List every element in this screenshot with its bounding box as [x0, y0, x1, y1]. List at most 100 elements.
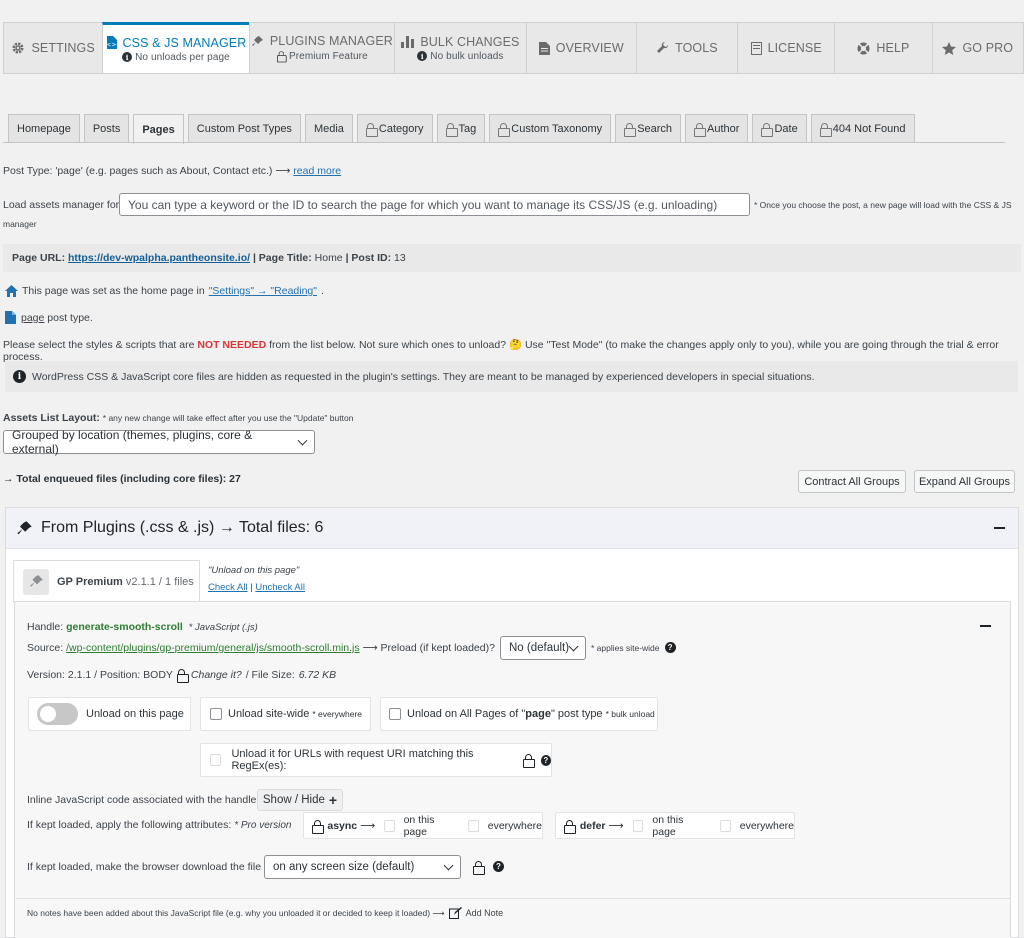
tab-pages[interactable]: Pages	[133, 114, 184, 144]
tab-label: Category	[378, 123, 424, 135]
home-notice-text: This page was set as the home page in	[22, 285, 205, 297]
help-icon[interactable]: ?	[493, 861, 504, 872]
post-id-value: 13	[394, 252, 406, 264]
tab-label: Posts	[92, 123, 121, 135]
unload-all-label: Unload on All Pages of "	[407, 708, 526, 720]
tab-404[interactable]: 404 Not Found	[810, 114, 915, 143]
read-more-link[interactable]: read more	[293, 165, 341, 177]
download-select[interactable]: on any screen size (default)	[264, 855, 461, 879]
nav-tab-license[interactable]: LICENSE	[737, 22, 835, 74]
arrow-text: ⟶	[360, 819, 376, 832]
page-info-bar: Page URL: https://dev-wpalpha.pantheonsi…	[3, 244, 1021, 272]
lock-icon	[445, 123, 458, 137]
unload-site-wide-option[interactable]: Unload site-wide * everywhere	[200, 697, 371, 731]
unload-on-page-option[interactable]: Unload on this page	[28, 697, 191, 731]
tab-custom-post-types[interactable]: Custom Post Types	[187, 114, 301, 143]
tab-category[interactable]: Category	[356, 114, 433, 143]
async-on-page-checkbox[interactable]	[384, 819, 395, 832]
add-note-link[interactable]: Add Note	[466, 908, 504, 918]
plugin-version: v2.1.1 / 1 files	[125, 575, 194, 588]
plugins-group-title: From Plugins (.css & .js) → Total files:…	[41, 519, 324, 536]
tab-tag[interactable]: Tag	[436, 114, 486, 143]
help-icon[interactable]: ?	[540, 754, 551, 766]
handle-label: Handle:	[27, 621, 64, 633]
collapse-icon[interactable]	[980, 625, 991, 627]
nav-tab-overview[interactable]: OVERVIEW	[525, 22, 636, 74]
unload-on-page-heading: "Unload on this page"	[208, 565, 300, 576]
defer-options: defer ⟶ on this page everywhere	[555, 812, 795, 839]
home-page-notice: This page was set as the home page in "S…	[5, 285, 324, 297]
unload-regex-checkbox[interactable]	[210, 754, 222, 766]
layout-select[interactable]: Grouped by location (themes, plugins, co…	[3, 428, 315, 456]
defer-on-page-label: on this page	[652, 813, 684, 838]
help-icon[interactable]: ?	[664, 642, 676, 653]
nav-tab-go-pro[interactable]: GO PRO	[931, 22, 1024, 74]
edit-note-icon[interactable]	[448, 907, 462, 919]
nav-tab-css-js-manager[interactable]: <> CSS & JS MANAGER i No unloads per page	[102, 22, 249, 74]
nav-tab-bulk-changes[interactable]: BULK CHANGES i No bulk unloads	[394, 22, 526, 74]
show-hide-button[interactable]: Show / Hide +	[257, 789, 343, 811]
plugin-main-nav: SETTINGS <> CSS & JS MANAGER i No unloads…	[3, 22, 1024, 74]
collapse-icon[interactable]	[994, 527, 1005, 529]
preload-note-row: * applies site-wide ?	[591, 642, 676, 653]
nav-tab-settings[interactable]: SETTINGS	[3, 22, 103, 74]
async-everywhere-checkbox[interactable]	[468, 819, 479, 832]
check-all-link[interactable]: Check All	[208, 582, 248, 593]
plug-icon	[17, 520, 32, 534]
core-notice-text: WordPress CSS & JavaScript core files ar…	[32, 370, 815, 383]
expand-all-button[interactable]: Expand All Groups	[914, 470, 1015, 493]
page-url-link[interactable]: https://dev-wpalpha.pantheonsite.io/	[68, 252, 250, 264]
source-link[interactable]: /wp-content/plugins/gp-premium/general/j…	[66, 642, 360, 654]
css-js-icon: <>	[106, 36, 117, 49]
layout-select-value: Grouped by location (themes, plugins, co…	[12, 428, 253, 456]
tab-custom-taxonomy[interactable]: Custom Taxonomy	[489, 114, 612, 143]
tab-media[interactable]: Media	[304, 114, 353, 143]
tab-author[interactable]: Author	[685, 114, 749, 143]
source-label: Source:	[27, 642, 64, 654]
defer-on-page-checkbox[interactable]	[632, 819, 644, 832]
defer-everywhere-checkbox[interactable]	[719, 819, 731, 832]
page-search-input[interactable]	[119, 193, 750, 216]
nav-tab-label: BULK CHANGES	[420, 34, 520, 49]
load-for-label: Load assets manager for:	[3, 199, 123, 211]
uncheck-all-link[interactable]: Uncheck All	[255, 582, 305, 593]
tab-date[interactable]: Date	[752, 114, 807, 143]
nav-tab-help[interactable]: HELP	[834, 22, 932, 74]
page-title-value: Home	[314, 252, 343, 264]
unload-on-page-label: Unload on this page	[86, 708, 184, 720]
page-url-label: Page URL:	[12, 252, 66, 264]
tab-posts[interactable]: Posts	[83, 114, 130, 143]
plugin-tab-gp-premium[interactable]: GP Premium v2.1.1 / 1 files	[13, 560, 200, 602]
nav-tab-tools[interactable]: TOOLS	[635, 22, 738, 74]
unload-regex-label: Unload it for URLs with request URI matc…	[231, 748, 474, 772]
unload-all-pages-checkbox[interactable]	[389, 708, 401, 720]
plugins-group-header[interactable]: From Plugins (.css & .js) → Total files:…	[6, 508, 1018, 549]
lock-icon	[564, 819, 576, 834]
contract-all-button[interactable]: Contract All Groups	[798, 470, 906, 493]
arrow-text: ⟶	[608, 819, 624, 832]
tab-label: Tag	[458, 123, 477, 135]
page-icon	[5, 311, 16, 324]
file-size-value: 6.72 KB	[298, 669, 337, 681]
chevron-down-icon	[297, 435, 308, 445]
unload-all-note: * bulk unload	[605, 709, 655, 719]
star-icon	[942, 41, 957, 55]
nav-tab-plugins-manager[interactable]: PLUGINS MANAGER Premium Feature	[248, 22, 395, 74]
unload-all-pages-option[interactable]: Unload on All Pages of " page " post type …	[380, 697, 658, 731]
lock-icon	[498, 123, 511, 137]
change-position-link[interactable]: Change it?	[191, 669, 242, 681]
unload-site-wide-checkbox[interactable]	[210, 708, 222, 720]
check-links: Check All | Uncheck All	[208, 582, 305, 593]
settings-reading-link[interactable]: "Settings" → "Reading"	[209, 285, 317, 297]
tab-search[interactable]: Search	[615, 114, 682, 143]
tab-label: Homepage	[17, 123, 71, 135]
wrench-icon	[657, 41, 669, 53]
unload-regex-option[interactable]: Unload it for URLs with request URI matc…	[200, 743, 552, 777]
notes-row: No notes have been added about this Java…	[27, 907, 503, 919]
page-link[interactable]: page	[21, 312, 44, 324]
defer-everywhere-label: everywhere	[739, 819, 795, 832]
preload-label: ⟶ Preload (if kept loaded)?	[362, 642, 495, 654]
tab-homepage[interactable]: Homepage	[8, 114, 80, 143]
unload-toggle[interactable]	[37, 703, 78, 725]
preload-select[interactable]: No (default)	[500, 636, 586, 660]
